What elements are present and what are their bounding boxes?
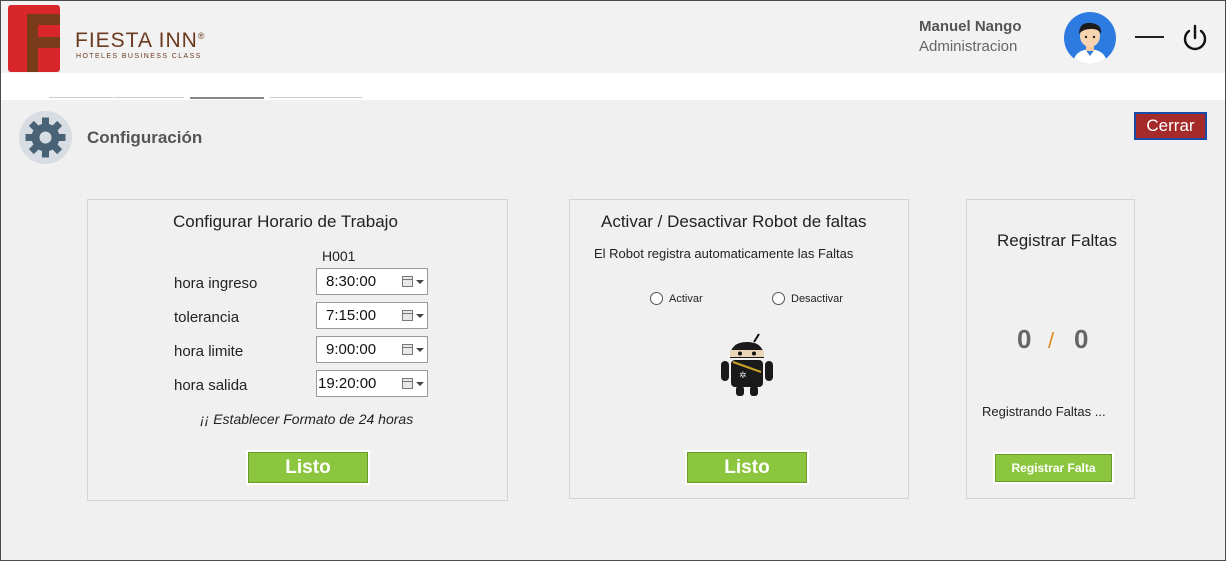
svg-text:✲: ✲ [739, 371, 747, 381]
robot-panel: Activar / Desactivar Robot de faltas El … [569, 199, 909, 499]
settings-gear-icon [19, 111, 72, 164]
minimize-icon[interactable] [1135, 36, 1164, 38]
schedule-panel-title: Configurar Horario de Trabajo [173, 212, 398, 231]
desactivar-radio[interactable] [772, 292, 785, 305]
hora-salida-value: 19:20:00 [318, 375, 377, 392]
brand-tagline: HOTELES BUSINESS CLASS [76, 53, 202, 60]
hora-ingreso-value: 8:30:00 [326, 273, 377, 290]
chevron-down-icon[interactable] [416, 348, 424, 352]
schedule-panel: Configurar Horario de Trabajo H001 hora … [87, 199, 508, 501]
activar-label: Activar [669, 293, 703, 305]
user-avatar-icon[interactable] [1064, 12, 1116, 64]
app-header: FIESTA INN® HOTELES BUSINESS CLASS Manue… [1, 1, 1225, 73]
label-hora-ingreso: hora ingreso [174, 275, 258, 292]
desactivar-label: Desactivar [791, 293, 843, 305]
schedule-listo-button[interactable]: Listo [248, 452, 368, 483]
calendar-icon[interactable] [402, 378, 413, 389]
label-hora-limite: hora limite [174, 343, 244, 360]
tolerancia-value: 7:15:00 [326, 307, 377, 324]
count-separator: / [1048, 328, 1055, 353]
absences-registered-count: 0 [1017, 324, 1032, 354]
tolerancia-picker[interactable]: 7:15:00 [316, 302, 428, 329]
calendar-icon[interactable] [402, 344, 413, 355]
absences-panel-title: Registrar Faltas [997, 231, 1117, 250]
fiesta-inn-logo-icon [8, 5, 60, 72]
tab-strip [1, 73, 1225, 100]
robot-ninja-icon: ✲ [721, 333, 773, 396]
absences-panel: Registrar Faltas 0 / 0 Registrando Falta… [966, 199, 1135, 499]
activar-radio[interactable] [650, 292, 663, 305]
registrar-falta-button[interactable]: Registrar Falta [995, 454, 1112, 482]
format-hint: ¡¡ Establecer Formato de 24 horas [200, 411, 414, 427]
brand-name: FIESTA INN® [75, 29, 206, 52]
label-tolerancia: tolerancia [174, 309, 240, 326]
chevron-down-icon[interactable] [416, 382, 424, 386]
hora-salida-picker[interactable]: 19:20:00 [316, 370, 428, 397]
chevron-down-icon[interactable] [416, 314, 424, 318]
schedule-code: H001 [322, 248, 356, 264]
user-role: Administracion [919, 38, 1018, 55]
label-hora-salida: hora salida [174, 377, 248, 394]
robot-description: El Robot registra automaticamente las Fa… [594, 246, 854, 261]
page-title: Configuración [87, 128, 203, 147]
calendar-icon[interactable] [402, 276, 413, 287]
close-button[interactable]: Cerrar [1134, 112, 1207, 140]
hora-ingreso-picker[interactable]: 8:30:00 [316, 268, 428, 295]
absences-total-count: 0 [1074, 324, 1089, 354]
hora-limite-value: 9:00:00 [326, 341, 377, 358]
hora-limite-picker[interactable]: 9:00:00 [316, 336, 428, 363]
chevron-down-icon[interactable] [416, 280, 424, 284]
user-name: Manuel Nango [919, 18, 1022, 35]
registration-status: Registrando Faltas ... [982, 404, 1106, 419]
calendar-icon[interactable] [402, 310, 413, 321]
power-icon[interactable] [1181, 24, 1209, 52]
robot-panel-title: Activar / Desactivar Robot de faltas [601, 212, 867, 231]
app-window: FIESTA INN® HOTELES BUSINESS CLASS Manue… [0, 0, 1226, 561]
robot-listo-button[interactable]: Listo [687, 452, 807, 483]
